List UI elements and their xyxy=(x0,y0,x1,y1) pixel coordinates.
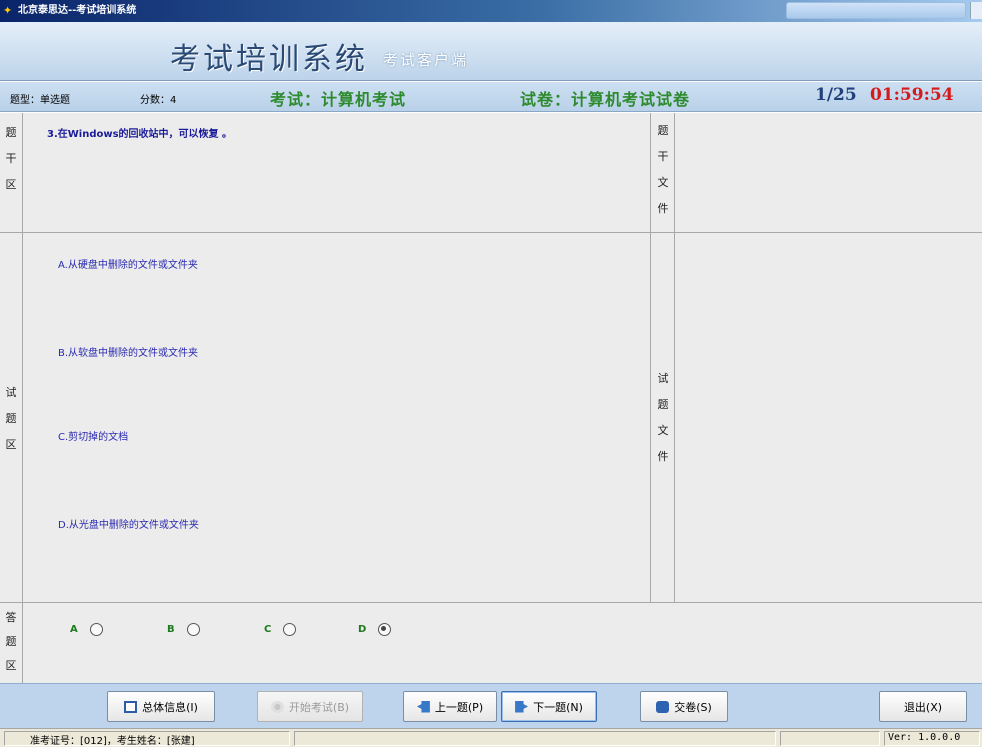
section-label-stem-file: 题干文件 xyxy=(654,118,672,222)
section-label-question: 试题区 xyxy=(2,380,20,458)
app-title: 考试培训系统 xyxy=(170,42,368,77)
exam-main-area xyxy=(0,113,982,683)
status-panel xyxy=(294,731,776,746)
column-divider xyxy=(22,113,23,683)
submit-icon xyxy=(656,700,670,713)
info-window-icon xyxy=(124,700,138,713)
countdown-timer: 01:59:54 xyxy=(870,85,954,105)
start-exam-button[interactable]: 开始考试(B) xyxy=(257,691,363,722)
answer-option-b[interactable]: B xyxy=(167,623,200,636)
section-label-answer: 答题区 xyxy=(2,606,20,678)
section-label-question-text: 试题区 xyxy=(5,386,17,451)
radio-c[interactable] xyxy=(283,623,297,636)
answer-option-d[interactable]: D xyxy=(358,623,392,636)
overall-info-label: 总体信息(I) xyxy=(142,700,198,714)
section-label-stem-file-text: 题干文件 xyxy=(657,124,669,215)
column-divider xyxy=(650,113,651,603)
action-button-bar: 总体信息(I) 开始考试(B) 上一题(P) 下一题(N) 交卷(S) 退出(X… xyxy=(0,683,982,728)
submit-paper-label: 交卷(S) xyxy=(674,700,712,714)
exit-button[interactable]: 退出(X) xyxy=(879,691,967,722)
answer-letter-d: D xyxy=(358,624,367,635)
option-a-text: A.从硬盘中删除的文件或文件夹 xyxy=(58,260,198,271)
window-control-button[interactable] xyxy=(970,2,982,19)
section-label-answer-text: 答题区 xyxy=(5,611,17,672)
answer-letter-b: B xyxy=(167,624,175,635)
status-bar: 准考证号：[012]，考生姓名：[张建] Ver: 1.0.0.0 xyxy=(0,728,982,747)
question-stem-text: 3.在Windows的回收站中，可以恢复 。 xyxy=(47,129,233,140)
paper-name: 试卷：计算机考试试卷 xyxy=(520,90,691,109)
prev-question-button[interactable]: 上一题(P) xyxy=(403,691,497,722)
next-arrow-icon xyxy=(515,700,529,713)
radio-d[interactable] xyxy=(378,623,392,636)
overall-info-button[interactable]: 总体信息(I) xyxy=(107,691,215,722)
question-progress: 1/25 xyxy=(815,85,857,105)
row-divider xyxy=(0,602,982,603)
answer-letter-a: A xyxy=(70,624,78,635)
row-divider xyxy=(0,232,982,233)
exam-info-bar: 题型：单选题 分数：4 考试：计算机考试 试卷：计算机考试试卷 1/25 01:… xyxy=(0,82,982,112)
column-divider xyxy=(674,113,675,603)
start-icon xyxy=(270,700,284,713)
next-question-label: 下一题(N) xyxy=(533,700,583,714)
score-label: 分数：4 xyxy=(140,95,177,106)
start-exam-label: 开始考试(B) xyxy=(288,700,350,714)
submit-paper-button[interactable]: 交卷(S) xyxy=(640,691,728,722)
window-title: 北京泰思达--考试培训系统 xyxy=(18,5,137,16)
radio-b[interactable] xyxy=(186,623,200,636)
titlebar-control-area xyxy=(786,2,966,19)
window-titlebar[interactable]: ✦ 北京泰思达--考试培训系统 xyxy=(0,0,982,22)
app-icon: ✦ xyxy=(3,4,13,17)
app-header: 考试培训系统 考试客户端 xyxy=(0,22,982,81)
section-label-question-file-text: 试题文件 xyxy=(657,372,669,463)
radio-a[interactable] xyxy=(89,623,103,636)
section-label-stem: 题干区 xyxy=(2,120,20,198)
version-text: Ver: 1.0.0.0 xyxy=(888,732,961,743)
option-d-text: D.从光盘中删除的文件或文件夹 xyxy=(58,520,199,531)
section-label-question-file: 试题文件 xyxy=(654,366,672,470)
app-subtitle: 考试客户端 xyxy=(383,51,469,69)
answer-option-a[interactable]: A xyxy=(70,623,103,636)
next-question-button[interactable]: 下一题(N) xyxy=(501,691,597,722)
option-b-text: B.从软盘中删除的文件或文件夹 xyxy=(58,348,199,359)
answer-letter-c: C xyxy=(264,624,272,635)
section-label-stem-text: 题干区 xyxy=(5,126,17,191)
option-c-text: C.剪切掉的文档 xyxy=(58,432,129,443)
exit-label: 退出(X) xyxy=(903,700,943,714)
prev-arrow-icon xyxy=(416,700,430,713)
exam-name: 考试：计算机考试 xyxy=(270,90,407,109)
question-type-label: 题型：单选题 xyxy=(10,95,70,106)
candidate-info-text: 准考证号：[012]，考生姓名：[张建] xyxy=(30,736,195,747)
answer-option-c[interactable]: C xyxy=(264,623,297,636)
prev-question-label: 上一题(P) xyxy=(434,700,484,714)
status-panel xyxy=(780,731,880,746)
